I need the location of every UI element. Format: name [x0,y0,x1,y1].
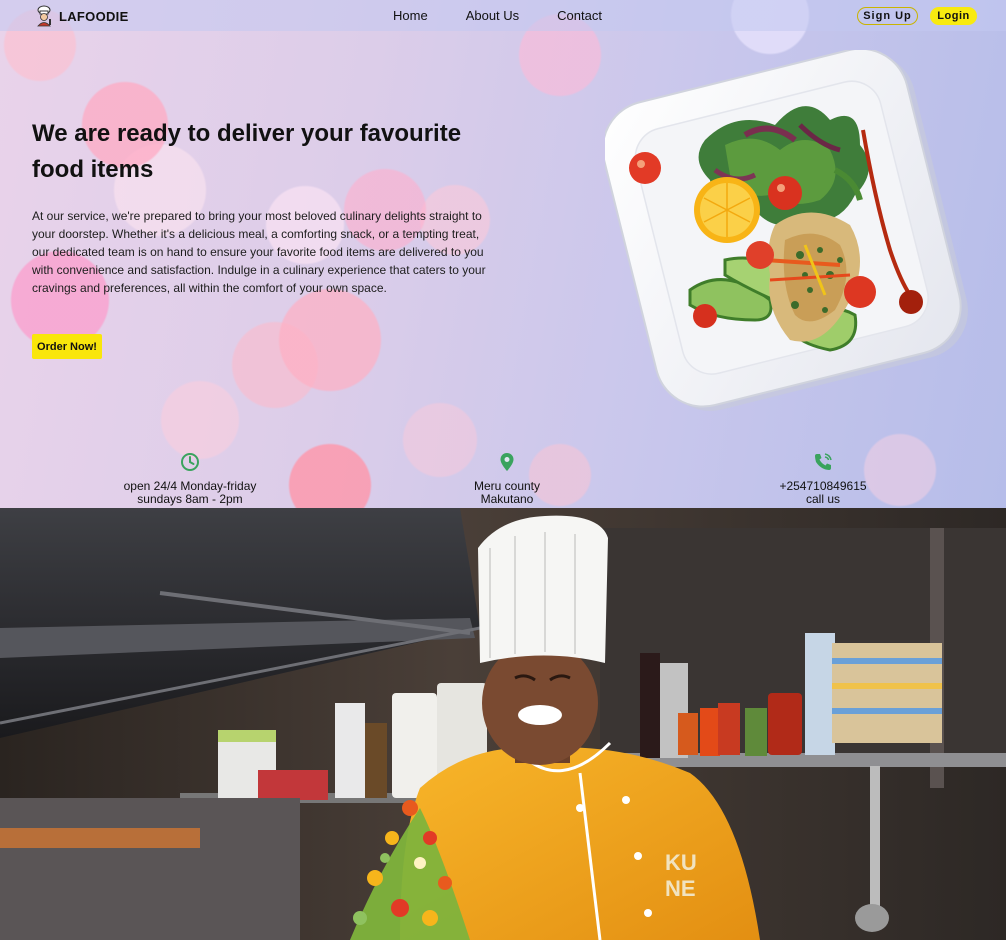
opening-hours-info: open 24/4 Monday-friday sundays 8am - 2p… [100,452,280,506]
brand-logo[interactable]: LAFOODIE [34,5,129,27]
nav-link-home[interactable]: Home [393,8,428,23]
phone-icon [815,453,832,470]
hero-description: At our service, we're prepared to bring … [32,209,486,295]
chef-kitchen-photo: KU NE [0,508,1006,940]
location-info: Meru county Makutano [417,452,597,506]
nav-link-contact[interactable]: Contact [557,8,602,23]
location-line-2: Makutano [480,492,534,506]
hours-line-2: sundays 8am - 2pm [137,492,243,506]
top-navbar: LAFOODIE Home About Us Contact Sign Up L… [0,0,1006,31]
nav-link-about-us[interactable]: About Us [466,8,519,23]
svg-text:NE: NE [665,876,696,901]
login-button[interactable]: Login [930,7,977,25]
clock-icon [181,453,199,471]
order-now-button[interactable]: Order Now! [32,334,102,359]
salad-plate-image [605,50,968,411]
nav-links: Home About Us Contact [393,8,602,23]
hero-section: LAFOODIE Home About Us Contact Sign Up L… [0,0,1006,508]
hero-headline: We are ready to deliver your favourite f… [32,120,462,183]
svg-text:KU: KU [665,850,697,875]
phone-caption: call us [805,492,840,506]
sign-up-button[interactable]: Sign Up [857,7,918,25]
brand-name: LAFOODIE [59,8,129,24]
location-pin-icon [500,453,514,471]
chef-logo-icon [37,5,51,27]
phone-info: +254710849615 call us [733,452,913,506]
